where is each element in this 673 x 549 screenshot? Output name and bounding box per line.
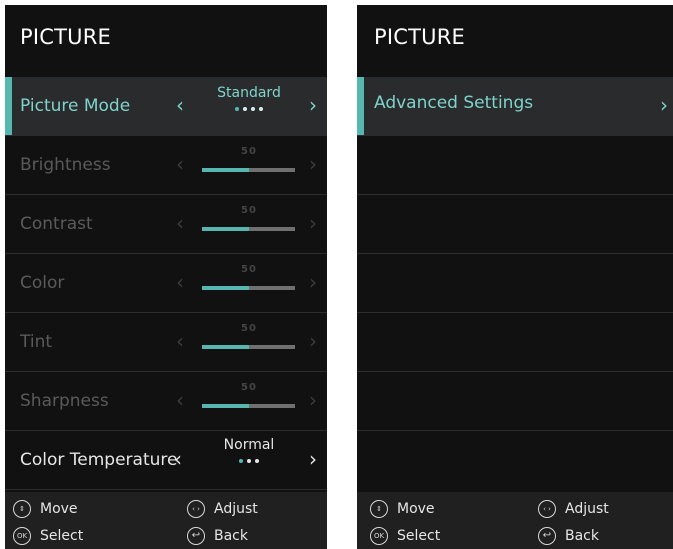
leftright-nav-icon: ‹ ›	[538, 500, 556, 518]
option-value: Standard	[217, 85, 281, 101]
slider-value: 50	[241, 264, 257, 275]
picture-menu-panel: PICTURE Picture Mode ‹ Standard › Bright…	[5, 5, 327, 549]
chevron-right-icon[interactable]: ›	[309, 93, 317, 117]
option-dot	[255, 459, 259, 463]
menu-item-picture-mode[interactable]: Picture Mode ‹ Standard ›	[5, 77, 327, 136]
slider-value: 50	[241, 205, 257, 216]
hint-label: Back	[214, 528, 248, 544]
chevron-left-icon[interactable]: ‹	[174, 447, 182, 471]
slider-fill	[202, 168, 249, 172]
menu-item-color-temperature[interactable]: Color Temperature ‹ Normal ›	[5, 431, 327, 490]
menu-item-label: Advanced Settings	[374, 93, 534, 113]
menu-list: Advanced Settings ›	[357, 77, 673, 431]
hint-label: Adjust	[565, 501, 609, 517]
hint-adjust: ‹ › Adjust	[187, 500, 258, 518]
menu-item-label: Brightness	[20, 155, 111, 175]
key-hint-bar: ⇕ Move ‹ › Adjust OK Select ↩ Back	[5, 492, 327, 549]
menu-item-tint[interactable]: Tint ‹ 50 ›	[5, 313, 327, 372]
empty-row	[357, 372, 673, 431]
slider-track[interactable]	[202, 404, 295, 408]
slider-track[interactable]	[202, 227, 295, 231]
key-hint-bar: ⇕ Move ‹ › Adjust OK Select ↩ Back	[357, 492, 673, 549]
hint-select: OK Select	[13, 527, 83, 545]
ok-button-icon: OK	[370, 527, 388, 545]
panel-title: PICTURE	[374, 25, 465, 49]
slider-track[interactable]	[202, 345, 295, 349]
chevron-left-icon[interactable]: ‹	[176, 388, 184, 412]
option-value: Normal	[223, 437, 275, 453]
menu-item-label: Tint	[20, 332, 53, 352]
slider-value: 50	[241, 323, 257, 334]
chevron-left-icon[interactable]: ‹	[176, 329, 184, 353]
option-dot	[239, 459, 243, 463]
menu-item-label: Picture Mode	[20, 96, 131, 116]
hint-select: OK Select	[370, 527, 440, 545]
menu-item-label: Color Temperature	[20, 450, 178, 470]
slider-track[interactable]	[202, 168, 295, 172]
option-dot	[251, 107, 255, 111]
back-icon: ↩	[538, 527, 556, 545]
leftright-nav-icon: ‹ ›	[187, 500, 205, 518]
option-dot	[259, 107, 263, 111]
option-dot	[243, 107, 247, 111]
menu-item-advanced-settings[interactable]: Advanced Settings ›	[357, 77, 673, 136]
hint-adjust: ‹ › Adjust	[538, 500, 609, 518]
slider-fill	[202, 227, 249, 231]
slider-value: 50	[241, 146, 257, 157]
menu-item-label: Contrast	[20, 214, 93, 234]
back-icon: ↩	[187, 527, 205, 545]
menu-item-label: Sharpness	[20, 391, 109, 411]
menu-item-color[interactable]: Color ‹ 50 ›	[5, 254, 327, 313]
hint-label: Select	[397, 528, 441, 544]
chevron-right-icon[interactable]: ›	[309, 270, 317, 294]
chevron-right-icon[interactable]: ›	[309, 329, 317, 353]
hint-label: Move	[397, 501, 435, 517]
hint-back: ↩ Back	[538, 527, 599, 545]
menu-item-contrast[interactable]: Contrast ‹ 50 ›	[5, 195, 327, 254]
hint-back: ↩ Back	[187, 527, 248, 545]
option-position-dots	[201, 107, 297, 111]
option-dot	[235, 107, 239, 111]
menu-item-brightness[interactable]: Brightness ‹ 50 ›	[5, 136, 327, 195]
chevron-left-icon[interactable]: ‹	[176, 211, 184, 235]
hint-move: ⇕ Move	[370, 500, 435, 518]
slider-track[interactable]	[202, 286, 295, 290]
hint-label: Move	[40, 501, 78, 517]
menu-list: Picture Mode ‹ Standard › Brightness ‹ 5…	[5, 77, 327, 490]
chevron-right-icon[interactable]: ›	[660, 93, 668, 117]
empty-row	[357, 136, 673, 195]
option-position-dots	[201, 459, 297, 463]
empty-row	[357, 195, 673, 254]
chevron-right-icon[interactable]: ›	[309, 211, 317, 235]
hint-move: ⇕ Move	[13, 500, 78, 518]
slider-value: 50	[241, 382, 257, 393]
hint-label: Select	[40, 528, 84, 544]
slider-fill	[202, 345, 249, 349]
menu-item-label: Color	[20, 273, 65, 293]
menu-item-sharpness[interactable]: Sharpness ‹ 50 ›	[5, 372, 327, 431]
panel-title: PICTURE	[20, 25, 111, 49]
slider-fill	[202, 404, 249, 408]
chevron-left-icon[interactable]: ‹	[176, 270, 184, 294]
updown-nav-icon: ⇕	[370, 500, 388, 518]
ok-button-icon: OK	[13, 527, 31, 545]
hint-label: Adjust	[214, 501, 258, 517]
empty-row	[357, 313, 673, 372]
empty-row	[357, 254, 673, 313]
hint-label: Back	[565, 528, 599, 544]
slider-fill	[202, 286, 249, 290]
chevron-left-icon[interactable]: ‹	[176, 152, 184, 176]
updown-nav-icon: ⇕	[13, 500, 31, 518]
chevron-right-icon[interactable]: ›	[309, 447, 317, 471]
chevron-right-icon[interactable]: ›	[309, 152, 317, 176]
chevron-left-icon[interactable]: ‹	[176, 93, 184, 117]
option-dot	[247, 459, 251, 463]
chevron-right-icon[interactable]: ›	[309, 388, 317, 412]
advanced-picture-menu-panel: PICTURE Advanced Settings › ⇕ Move ‹ › A…	[357, 5, 673, 549]
